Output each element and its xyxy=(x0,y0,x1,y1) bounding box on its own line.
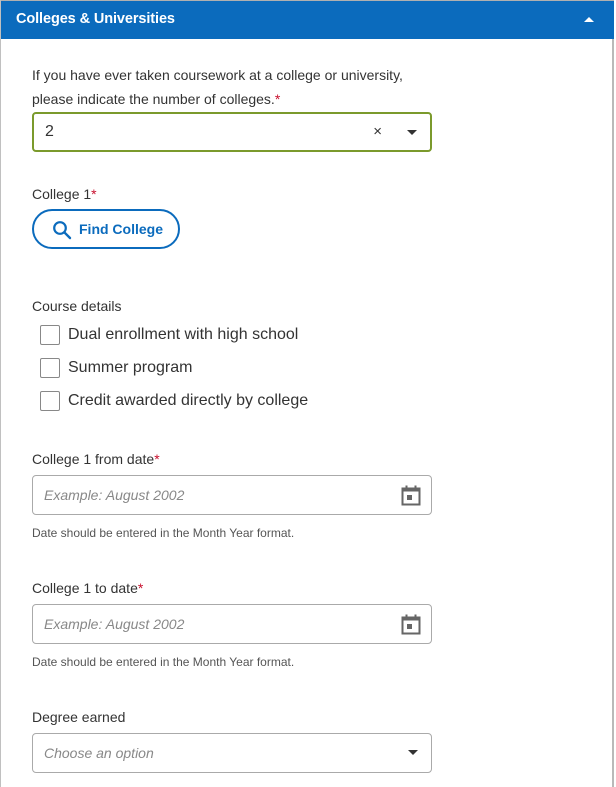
checkbox-label: Dual enrollment with high school xyxy=(68,326,299,343)
from-date-label-text: College 1 from date xyxy=(32,451,155,467)
clear-icon[interactable]: × xyxy=(373,123,382,140)
caret-up-icon[interactable] xyxy=(584,17,594,22)
num-colleges-value: 2 xyxy=(45,123,54,140)
to-date-input[interactable]: Example: August 2002 xyxy=(32,604,432,644)
checkbox[interactable] xyxy=(40,325,60,345)
required-mark: * xyxy=(274,91,281,107)
required-mark: * xyxy=(154,451,160,467)
college1-label-text: College 1 xyxy=(32,186,92,202)
chevron-down-icon[interactable] xyxy=(407,130,417,135)
to-date-placeholder: Example: August 2002 xyxy=(44,616,185,632)
checkbox-label: Summer program xyxy=(68,359,193,376)
degree-label: Degree earned xyxy=(32,709,126,725)
find-college-label: Find College xyxy=(79,221,163,237)
checkbox[interactable] xyxy=(40,358,60,378)
checkbox-label: Credit awarded directly by college xyxy=(68,392,309,409)
to-date-hint: Date should be entered in the Month Year… xyxy=(32,655,295,669)
degree-select[interactable]: Choose an option xyxy=(32,733,432,773)
num-colleges-label-line1: If you have ever taken coursework at a c… xyxy=(32,67,403,83)
to-date-label: College 1 to date* xyxy=(32,580,143,596)
chevron-down-icon[interactable] xyxy=(408,750,418,755)
from-date-label: College 1 from date* xyxy=(32,451,160,467)
calendar-icon[interactable] xyxy=(401,485,421,506)
search-icon xyxy=(53,221,72,240)
calendar-icon[interactable] xyxy=(401,614,421,635)
from-date-input[interactable]: Example: August 2002 xyxy=(32,475,432,515)
college1-label: College 1* xyxy=(32,186,97,202)
num-colleges-select[interactable]: 2 × xyxy=(32,112,432,152)
num-colleges-label-line2: please indicate the number of colleges. xyxy=(32,91,275,107)
num-colleges-label: If you have ever taken coursework at a c… xyxy=(32,63,403,111)
required-mark: * xyxy=(137,580,144,596)
to-date-label-text: College 1 to date xyxy=(32,580,138,596)
from-date-hint: Date should be entered in the Month Year… xyxy=(32,526,295,540)
degree-placeholder: Choose an option xyxy=(44,745,154,761)
find-college-button[interactable]: Find College xyxy=(32,209,180,249)
section-header[interactable]: Colleges & Universities xyxy=(1,0,614,39)
from-date-placeholder: Example: August 2002 xyxy=(44,487,185,503)
course-details-label: Course details xyxy=(32,298,122,314)
colleges-panel: Colleges & Universities If you have ever… xyxy=(0,0,614,787)
checkbox[interactable] xyxy=(40,391,60,411)
required-mark: * xyxy=(91,186,97,202)
section-title: Colleges & Universities xyxy=(16,11,175,27)
